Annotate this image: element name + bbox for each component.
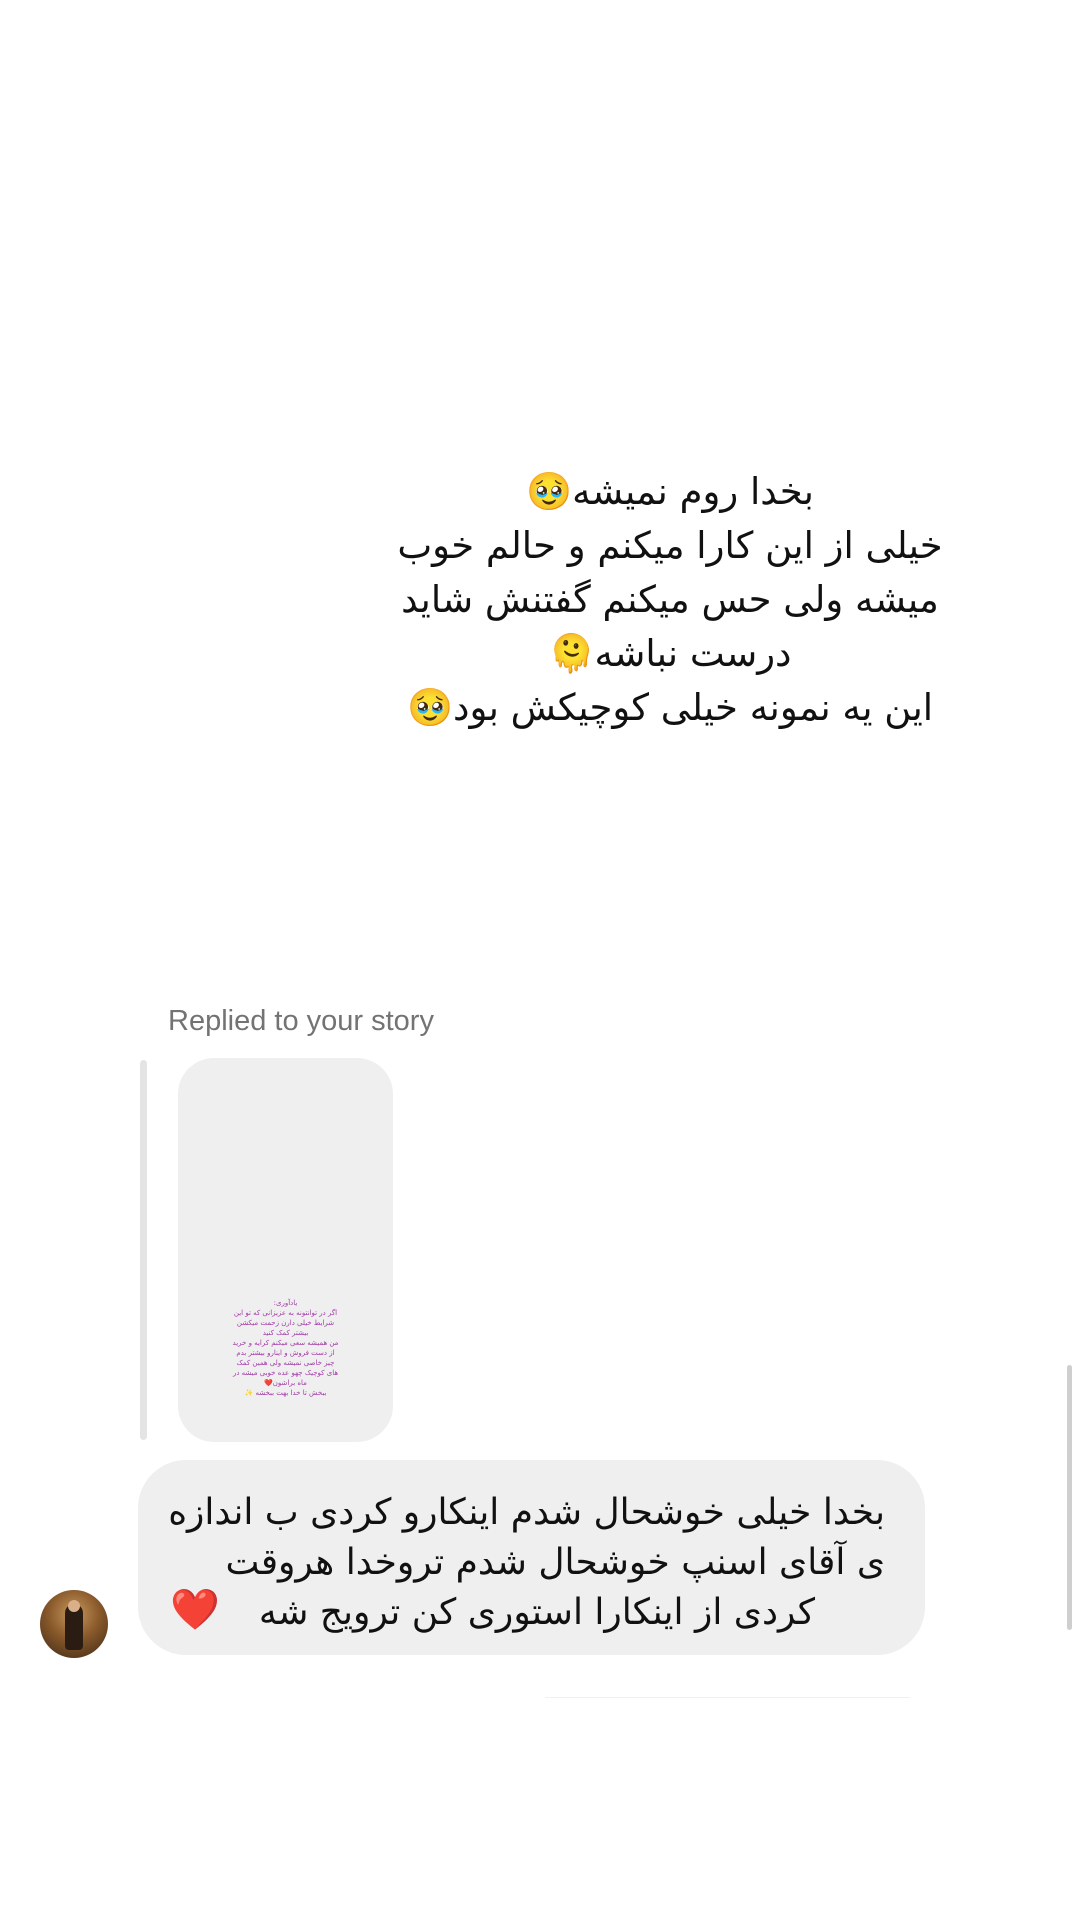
thumbnail-text-line: یادآوری: (273, 1299, 298, 1307)
message-line: ی آقای اسنپ خوشحال شدم تروخدا هروقت (225, 1542, 885, 1583)
thumbnail-text-line: های کوچیک چهو عده خوبی میشه در (232, 1369, 339, 1377)
avatar[interactable] (40, 1590, 108, 1658)
thumbnail-text-line: بیشتر کمک کنید (262, 1329, 309, 1337)
reply-quote-bar (140, 1060, 147, 1440)
thumbnail-text-line: از دست فروش و اینارو بیشتر بدم (236, 1349, 335, 1357)
story-caption: بخدا روم نمیشه🥹 خیلی از این کارا میکنم و… (360, 465, 980, 735)
avatar-head (68, 1600, 80, 1612)
message-line: بخدا خیلی خوشحال شدم اینکارو کردی ب اندا… (168, 1492, 885, 1533)
scrollbar[interactable] (1067, 1365, 1072, 1630)
thumbnail-text-line: ماه براشون❤️ (264, 1379, 307, 1387)
story-caption-line: درست نباشه🫠 (548, 632, 792, 675)
message-line: کردی از اینکارا استوری کن ترویج شه (258, 1592, 815, 1633)
story-caption-line: میشه ولی حس میکنم گفتنش شاید (401, 578, 939, 621)
story-caption-line: خیلی از این کارا میکنم و حالم خوب (397, 524, 943, 567)
thumbnail-text-line: چیز خاصی نمیشه ولی همین کمک (236, 1359, 335, 1367)
thumbnail-text-line: اگر در توانتونه به عزیزانی که تو این (233, 1309, 338, 1317)
thumbnail-text-line: شرایط خیلی دارن زحمت میکشن (236, 1319, 335, 1327)
thumbnail-text-line: من همیشه سعی میکنم کرایه و خرید (232, 1339, 339, 1347)
replied-to-story-label: Replied to your story (168, 1005, 434, 1037)
heart-icon: ❤️ (170, 1587, 220, 1633)
story-caption-line: این یه نمونه خیلی کوچیکش بود🥹 (406, 686, 934, 729)
thumbnail-text-line: ببخش تا خدا بهت ببخشه ✨ (244, 1389, 327, 1397)
story-thumbnail[interactable]: یادآوری: اگر در توانتونه به عزیزانی که ت… (178, 1058, 393, 1442)
story-caption-line: بخدا روم نمیشه🥹 (526, 470, 814, 513)
divider (545, 1697, 910, 1698)
message-bubble[interactable]: بخدا خیلی خوشحال شدم اینکارو کردی ب اندا… (138, 1460, 925, 1655)
story-thumbnail-text: یادآوری: اگر در توانتونه به عزیزانی که ت… (196, 1298, 375, 1398)
